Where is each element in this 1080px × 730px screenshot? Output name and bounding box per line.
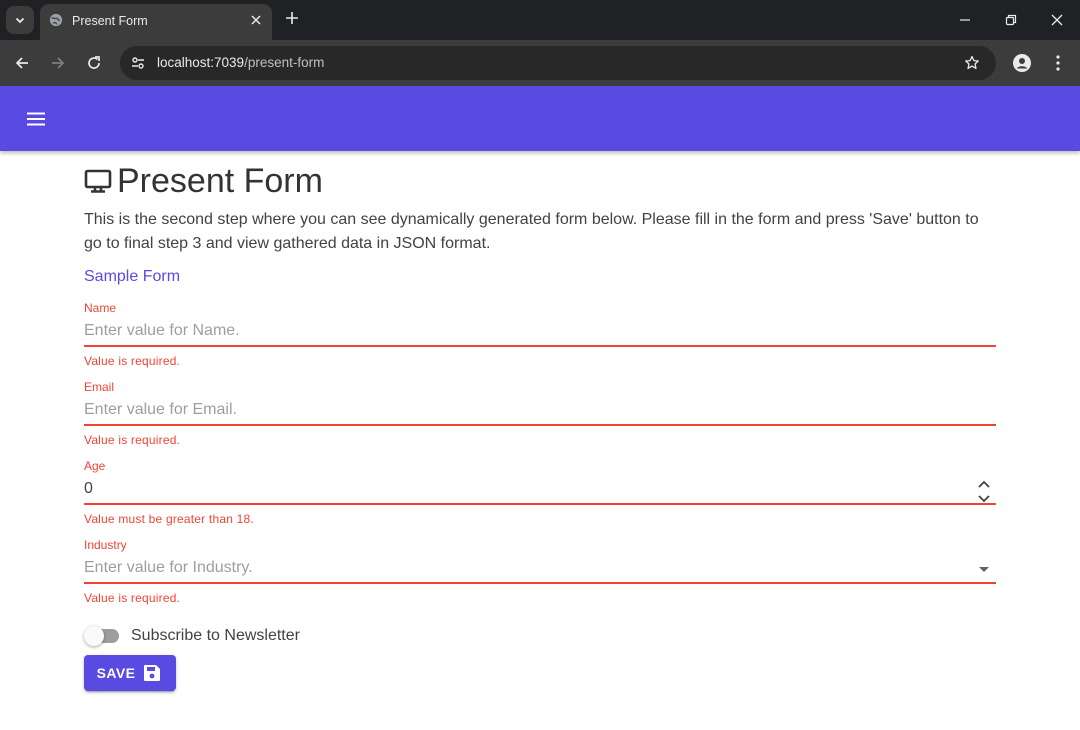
newsletter-toggle[interactable] bbox=[84, 625, 120, 647]
tab-close-button[interactable] bbox=[248, 12, 264, 28]
close-window-button[interactable] bbox=[1043, 6, 1071, 34]
arrow-left-icon bbox=[15, 57, 28, 69]
email-error: Value is required. bbox=[84, 433, 181, 447]
newsletter-label: Subscribe to Newsletter bbox=[131, 627, 300, 644]
age-stepper bbox=[976, 477, 992, 505]
hamburger-icon bbox=[27, 112, 45, 126]
arrow-right-icon bbox=[52, 57, 65, 69]
new-tab-button[interactable] bbox=[282, 8, 302, 28]
close-icon bbox=[251, 15, 261, 25]
decrement-button[interactable] bbox=[976, 492, 992, 505]
save-icon bbox=[143, 663, 163, 683]
name-input[interactable] bbox=[84, 317, 996, 347]
chevron-down-icon bbox=[978, 494, 990, 502]
page-header: Present Form bbox=[84, 159, 323, 203]
forward-button[interactable] bbox=[44, 49, 72, 77]
plus-icon bbox=[286, 12, 298, 24]
age-field: Age Value must be greater than 18. bbox=[84, 459, 996, 526]
tab-title: Present Form bbox=[72, 14, 148, 28]
reload-button[interactable] bbox=[80, 49, 108, 77]
industry-field: Industry Value is required. bbox=[84, 538, 996, 605]
industry-select[interactable] bbox=[84, 554, 996, 584]
name-label: Name bbox=[84, 301, 117, 315]
menu-toggle-button[interactable] bbox=[22, 106, 50, 132]
chevron-down-icon bbox=[15, 17, 25, 24]
browser-toolbar: localhost:7039/present-form bbox=[0, 40, 1080, 86]
save-button[interactable]: SAVE bbox=[84, 655, 176, 691]
browser-tab[interactable]: Present Form bbox=[40, 4, 272, 40]
globe-icon bbox=[49, 13, 63, 27]
page-title: Present Form bbox=[117, 161, 323, 200]
url-text: localhost:7039/present-form bbox=[157, 55, 324, 70]
reload-icon bbox=[88, 56, 100, 69]
save-button-label: SAVE bbox=[96, 665, 136, 681]
newsletter-row: Subscribe to Newsletter bbox=[84, 625, 300, 647]
tune-icon bbox=[132, 57, 144, 69]
restore-button[interactable] bbox=[997, 6, 1025, 34]
industry-label: Industry bbox=[84, 538, 127, 552]
age-label: Age bbox=[84, 459, 106, 473]
age-error: Value must be greater than 18. bbox=[84, 512, 254, 526]
url-path: /present-form bbox=[244, 55, 325, 70]
restore-icon bbox=[1005, 14, 1017, 26]
email-label: Email bbox=[84, 380, 115, 394]
intro-text: This is the second step where you can se… bbox=[84, 211, 979, 252]
close-icon bbox=[1051, 14, 1063, 26]
url-host: localhost:7039 bbox=[157, 55, 245, 70]
address-bar[interactable]: localhost:7039/present-form bbox=[120, 46, 996, 80]
browser-tab-strip: Present Form bbox=[0, 0, 1080, 40]
monitor-icon bbox=[84, 167, 112, 195]
profile-button[interactable] bbox=[1008, 49, 1036, 77]
form-title: Sample Form bbox=[84, 268, 181, 285]
chevron-up-icon bbox=[978, 480, 990, 488]
browser-menu-button[interactable] bbox=[1044, 49, 1072, 77]
age-input[interactable] bbox=[84, 475, 996, 505]
increment-button[interactable] bbox=[976, 477, 992, 490]
email-input[interactable] bbox=[84, 396, 996, 426]
minimize-icon bbox=[960, 19, 970, 21]
industry-error: Value is required. bbox=[84, 591, 181, 605]
site-info-button[interactable] bbox=[126, 51, 150, 75]
name-error: Value is required. bbox=[84, 354, 181, 368]
name-field: Name Value is required. bbox=[84, 301, 996, 368]
dropdown-arrow-icon[interactable] bbox=[978, 565, 990, 573]
tab-search-button[interactable] bbox=[6, 6, 34, 34]
email-field: Email Value is required. bbox=[84, 380, 996, 447]
person-icon bbox=[1013, 54, 1031, 72]
back-button[interactable] bbox=[8, 49, 36, 77]
app-bar bbox=[0, 86, 1080, 151]
minimize-button[interactable] bbox=[951, 6, 979, 34]
switch-thumb bbox=[84, 626, 104, 646]
bookmark-button[interactable] bbox=[962, 53, 982, 73]
more-vert-icon bbox=[1056, 55, 1060, 71]
star-icon bbox=[965, 55, 979, 70]
